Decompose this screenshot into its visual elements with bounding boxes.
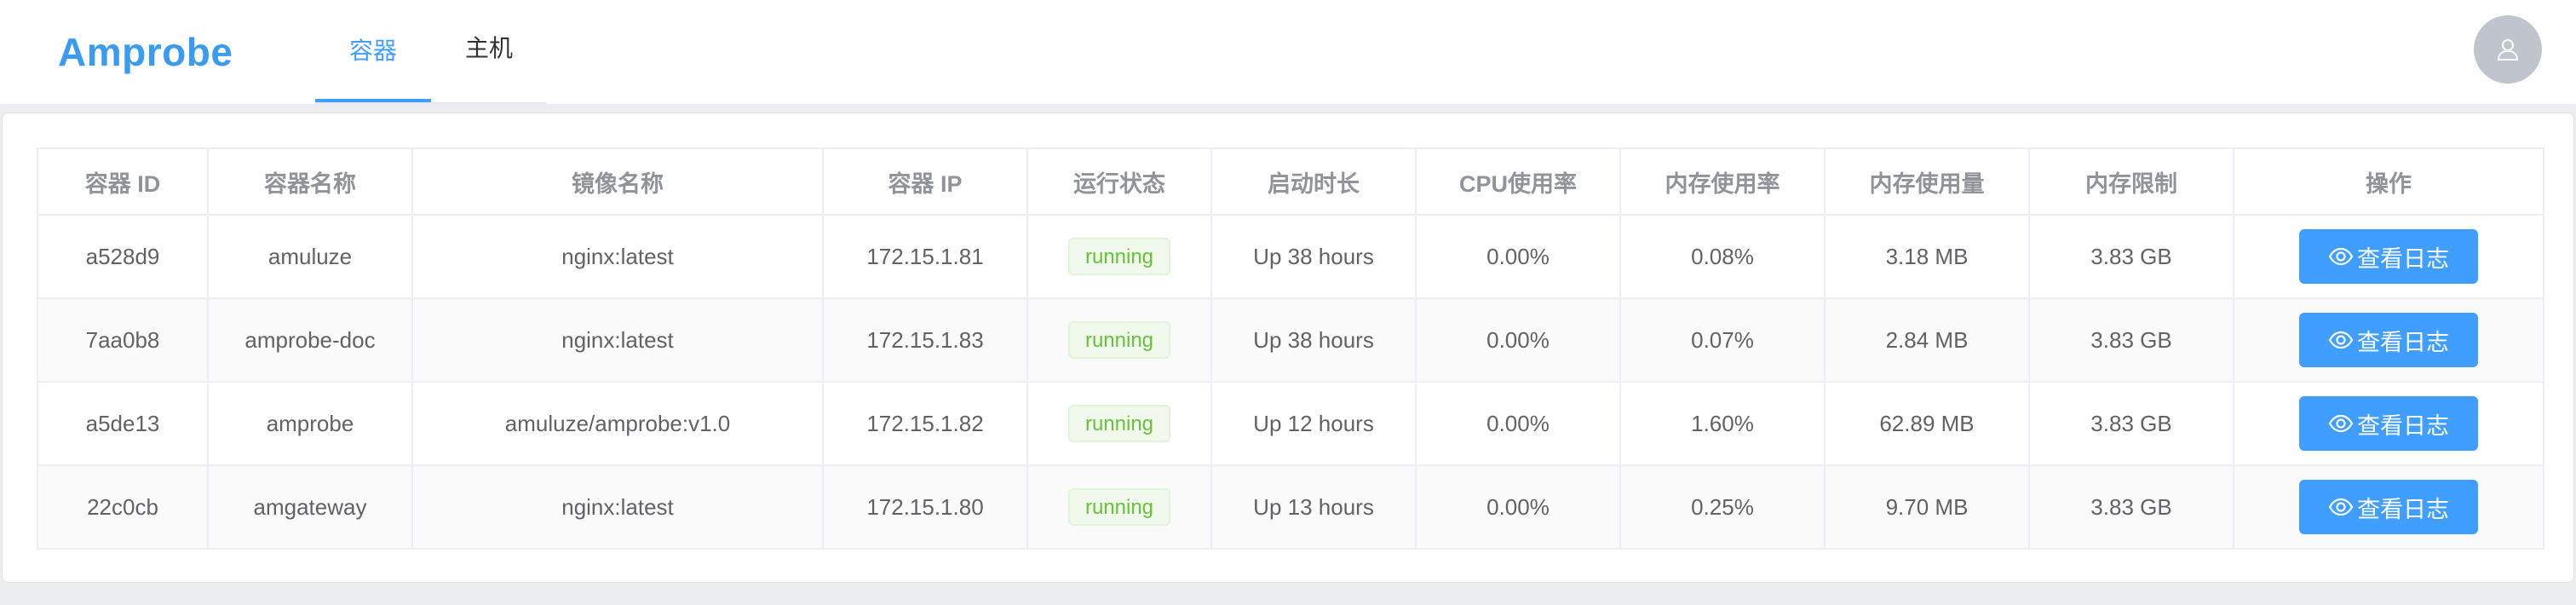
- column-header: 内存使用率: [1619, 147, 1826, 216]
- table-row: a528d9 amuluze nginx:latest 172.15.1.81 …: [37, 214, 2544, 299]
- table-header-row: 容器 ID 容器名称 镜像名称 容器 IP 运行状态 启动时长 CPU使用率 内…: [37, 147, 2544, 216]
- view-logs-label: 查看日志: [2357, 412, 2449, 439]
- status-cell: running: [1026, 214, 1212, 299]
- memory-percent-cell: 0.25%: [1619, 464, 1826, 550]
- memory-limit-cell: 3.83 GB: [2028, 464, 2234, 550]
- status-badge: running: [1067, 405, 1171, 442]
- column-header: 镜像名称: [411, 147, 824, 216]
- container-ip-cell: 172.15.1.83: [822, 297, 1028, 383]
- container-id-cell: a528d9: [37, 214, 209, 299]
- main-tabs: 容器 主机: [315, 0, 547, 104]
- app-logo[interactable]: Amprobe: [58, 26, 233, 78]
- image-name-cell: nginx:latest: [411, 297, 824, 383]
- status-badge: running: [1067, 488, 1171, 526]
- eye-icon: [2328, 331, 2354, 349]
- column-header: 操作: [2233, 147, 2544, 216]
- status-badge: running: [1067, 321, 1171, 359]
- memory-limit-cell: 3.83 GB: [2028, 297, 2234, 383]
- container-table: 容器 ID 容器名称 镜像名称 容器 IP 运行状态 启动时长 CPU使用率 内…: [37, 147, 2544, 550]
- container-id-cell: a5de13: [37, 381, 209, 466]
- memory-used-cell: 62.89 MB: [1824, 381, 2030, 466]
- user-avatar[interactable]: [2474, 15, 2542, 84]
- container-id-cell: 22c0cb: [37, 464, 209, 550]
- column-header: 容器 IP: [822, 147, 1028, 216]
- container-ip-cell: 172.15.1.80: [822, 464, 1028, 550]
- column-header: 内存限制: [2028, 147, 2234, 216]
- view-logs-button[interactable]: 查看日志: [2299, 313, 2478, 367]
- table-row: a5de13 amprobe amuluze/amprobe:v1.0 172.…: [37, 381, 2544, 466]
- memory-limit-cell: 3.83 GB: [2028, 381, 2234, 466]
- container-name-cell: amprobe-doc: [207, 297, 413, 383]
- action-cell: 查看日志: [2233, 297, 2544, 383]
- image-name-cell: amuluze/amprobe:v1.0: [411, 381, 824, 466]
- image-name-cell: nginx:latest: [411, 464, 824, 550]
- view-logs-button[interactable]: 查看日志: [2299, 229, 2478, 284]
- view-logs-label: 查看日志: [2357, 329, 2449, 355]
- uptime-cell: Up 12 hours: [1210, 381, 1417, 466]
- tab-hosts[interactable]: 主机: [431, 0, 547, 97]
- view-logs-label: 查看日志: [2357, 496, 2449, 522]
- container-name-cell: amgateway: [207, 464, 413, 550]
- column-header: 内存使用量: [1824, 147, 2030, 216]
- memory-used-cell: 2.84 MB: [1824, 297, 2030, 383]
- memory-used-cell: 3.18 MB: [1824, 214, 2030, 299]
- view-logs-label: 查看日志: [2357, 245, 2449, 272]
- view-logs-button[interactable]: 查看日志: [2299, 480, 2478, 534]
- table-row: 22c0cb amgateway nginx:latest 172.15.1.8…: [37, 464, 2544, 550]
- container-list-card: 容器 ID 容器名称 镜像名称 容器 IP 运行状态 启动时长 CPU使用率 内…: [2, 112, 2574, 583]
- column-header: 容器名称: [207, 147, 413, 216]
- action-cell: 查看日志: [2233, 214, 2544, 299]
- user-icon: [2497, 39, 2519, 60]
- memory-used-cell: 9.70 MB: [1824, 464, 2030, 550]
- uptime-cell: Up 38 hours: [1210, 214, 1417, 299]
- tab-containers[interactable]: 容器: [315, 0, 431, 102]
- memory-percent-cell: 0.07%: [1619, 297, 1826, 383]
- uptime-cell: Up 13 hours: [1210, 464, 1417, 550]
- cpu-usage-cell: 0.00%: [1415, 214, 1621, 299]
- column-header: 容器 ID: [37, 147, 209, 216]
- column-header: 启动时长: [1210, 147, 1417, 216]
- column-header: 运行状态: [1026, 147, 1212, 216]
- container-name-cell: amprobe: [207, 381, 413, 466]
- table-row: 7aa0b8 amprobe-doc nginx:latest 172.15.1…: [37, 297, 2544, 383]
- status-cell: running: [1026, 464, 1212, 550]
- memory-percent-cell: 1.60%: [1619, 381, 1826, 466]
- cpu-usage-cell: 0.00%: [1415, 381, 1621, 466]
- container-ip-cell: 172.15.1.81: [822, 214, 1028, 299]
- eye-icon: [2328, 498, 2354, 516]
- memory-limit-cell: 3.83 GB: [2028, 214, 2234, 299]
- action-cell: 查看日志: [2233, 464, 2544, 550]
- column-header: CPU使用率: [1415, 147, 1621, 216]
- status-badge: running: [1067, 238, 1171, 275]
- status-cell: running: [1026, 381, 1212, 466]
- container-ip-cell: 172.15.1.82: [822, 381, 1028, 466]
- top-navbar: Amprobe 容器 主机: [0, 0, 2576, 104]
- eye-icon: [2328, 247, 2354, 266]
- container-name-cell: amuluze: [207, 214, 413, 299]
- image-name-cell: nginx:latest: [411, 214, 824, 299]
- container-id-cell: 7aa0b8: [37, 297, 209, 383]
- eye-icon: [2328, 414, 2354, 433]
- cpu-usage-cell: 0.00%: [1415, 297, 1621, 383]
- view-logs-button[interactable]: 查看日志: [2299, 396, 2478, 451]
- status-cell: running: [1026, 297, 1212, 383]
- action-cell: 查看日志: [2233, 381, 2544, 466]
- cpu-usage-cell: 0.00%: [1415, 464, 1621, 550]
- memory-percent-cell: 0.08%: [1619, 214, 1826, 299]
- uptime-cell: Up 38 hours: [1210, 297, 1417, 383]
